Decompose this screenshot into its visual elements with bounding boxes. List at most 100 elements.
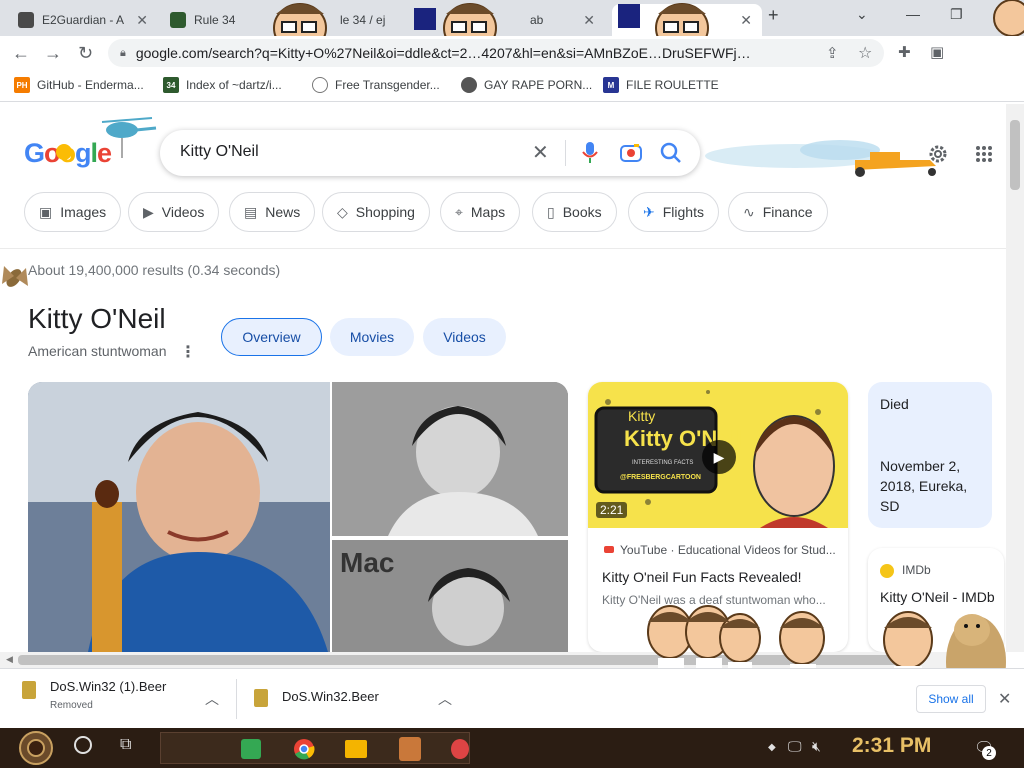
bookmarks-bar: PH GitHub - Enderma... 34 Index of ~dart… [0, 70, 1024, 102]
reload-icon[interactable]: ↻ [78, 43, 93, 64]
search-icon[interactable] [660, 142, 682, 164]
bookmark-file-roulette[interactable]: M FILE ROULETTE [603, 77, 719, 93]
app-icon[interactable] [451, 739, 469, 759]
thumbnail-subtitle: Kitty [628, 408, 656, 424]
died-value: November 2, 2018, Eureka, SD [880, 458, 968, 514]
chip-label: Books [562, 204, 602, 220]
chip-images[interactable]: ▣ Images [24, 192, 122, 232]
youtube-icon [604, 546, 614, 553]
vertical-scroll-thumb[interactable] [1010, 120, 1020, 190]
plane-icon: ✈ [643, 203, 655, 220]
tab-ab[interactable]: ab ✕ [520, 4, 605, 36]
clock[interactable]: 2:31 PM [852, 734, 931, 758]
clear-search-icon[interactable]: ✕ [532, 140, 549, 165]
file-explorer-icon[interactable] [345, 740, 367, 758]
taskbar-apps-panel [160, 732, 470, 764]
chip-news[interactable]: ▤ News [229, 192, 316, 232]
video-thumbnail[interactable]: Kitty Kitty O'Neil INTERESTING FACTS @FR… [588, 382, 848, 528]
back-arrow-icon[interactable]: ← [12, 43, 30, 64]
download-filename: DoS.Win32.Beer [282, 689, 379, 704]
results-stats: About 19,400,000 results (0.34 seconds) [28, 262, 281, 278]
chevron-down-icon[interactable]: ⌄ [856, 6, 868, 23]
chip-label: Images [60, 204, 107, 220]
notification-count-badge: 2 [982, 746, 996, 760]
mft-favicon-icon: M [603, 77, 619, 93]
apps-grid-icon[interactable] [976, 146, 992, 162]
scroll-left-arrow-icon[interactable]: ◀ [6, 654, 13, 665]
share-icon[interactable]: ⇪ [826, 44, 839, 62]
chip-maps[interactable]: ⌖ Maps [440, 192, 521, 232]
search-box[interactable]: Kitty O'Neil ✕ [160, 130, 700, 176]
died-card[interactable]: Died November 2, 2018, Eureka, SD [868, 382, 992, 528]
restore-icon[interactable]: ❐ [950, 6, 963, 23]
volume-muted-icon[interactable]: 🔇︎ [812, 738, 821, 755]
chip-flights[interactable]: ✈ Flights [628, 192, 719, 232]
close-tab-icon[interactable]: ✕ [583, 12, 595, 29]
chip-videos[interactable]: ▶ Videos [128, 192, 220, 232]
forward-arrow-icon[interactable]: → [44, 43, 62, 64]
network-icon[interactable]: 🖵︎ [788, 738, 802, 755]
chip-books[interactable]: ▯ Books [532, 192, 617, 232]
extensions-puzzle-icon[interactable]: ✚ [898, 43, 911, 61]
bookmark-free-transgender[interactable]: Free Transgender... [312, 77, 440, 93]
camera-lens-icon[interactable] [620, 143, 642, 163]
bookmark-label: FILE ROULETTE [626, 78, 719, 92]
url-text: google.com/search?q=Kitty+O%27Neil&oi=dd… [135, 45, 751, 61]
tab-title: ab [530, 13, 544, 27]
address-bar[interactable]: 🔒︎ google.com/search?q=Kitty+O%27Neil&oi… [108, 39, 884, 67]
close-downloads-icon[interactable]: ✕ [998, 689, 1011, 709]
tab-overview[interactable]: Overview [221, 318, 322, 356]
lock-icon: 🔒︎ [120, 46, 126, 59]
search-input[interactable]: Kitty O'Neil [180, 143, 259, 161]
download-status: Removed [50, 700, 93, 711]
horizontal-scrollbar[interactable]: ◀ [0, 652, 1006, 668]
search-circle-icon[interactable] [74, 736, 92, 754]
start-button-icon[interactable] [12, 730, 62, 766]
minimize-icon[interactable]: — [906, 6, 920, 22]
chip-shopping[interactable]: ◇ Shopping [322, 192, 430, 232]
show-all-button[interactable]: Show all [916, 685, 986, 713]
tab-e2guardian[interactable]: E2Guardian - A ✕ [8, 4, 158, 36]
tab-videos[interactable]: Videos [423, 318, 506, 356]
svg-text:Mac: Mac [340, 547, 394, 578]
download-filename: DoS.Win32 (1).Beer [50, 679, 167, 694]
chrome-icon[interactable] [293, 738, 315, 760]
bookmark-star-icon[interactable]: ☆ [858, 43, 872, 63]
chip-finance[interactable]: ∿ Finance [728, 192, 828, 232]
app-icon[interactable] [399, 737, 421, 761]
tab-movies[interactable]: Movies [330, 318, 414, 356]
download-item-2[interactable]: DoS.Win32.Beer [254, 689, 379, 707]
notes-app-icon[interactable] [241, 739, 261, 759]
tray-overflow-icon[interactable]: ◆ [768, 742, 776, 753]
bookmark-label: Index of ~dartz/i... [186, 78, 282, 92]
thumbnail-handle: @FRESBERGCARTOON [620, 474, 701, 481]
new-tab-icon[interactable]: + [768, 5, 779, 26]
bookmark-index-dartz[interactable]: 34 Index of ~dartz/i... [163, 77, 282, 93]
video-duration: 2:21 [596, 502, 628, 518]
vertical-scrollbar[interactable] [1006, 104, 1024, 652]
bookmark-github[interactable]: PH GitHub - Enderma... [14, 77, 144, 93]
died-label: Died [880, 396, 909, 412]
book-icon: ▯ [547, 203, 555, 220]
bookmark-label: Free Transgender... [335, 78, 440, 92]
chevron-up-icon[interactable]: ︿ [438, 689, 452, 709]
chip-label: Flights [662, 204, 704, 220]
play-icon: ▶ [143, 203, 154, 220]
news-icon: ▤ [244, 203, 258, 220]
side-panel-icon[interactable]: ▣ [930, 43, 944, 61]
more-options-icon[interactable]: ⋮ [180, 342, 196, 362]
chevron-up-icon[interactable]: ︿ [205, 689, 219, 709]
helicopter-doodle-icon [56, 117, 157, 160]
microphone-icon[interactable] [582, 142, 598, 164]
video-title[interactable]: Kitty O'neil Fun Facts Revealed! [602, 569, 802, 585]
close-tab-icon[interactable]: ✕ [136, 12, 148, 29]
download-item-1[interactable]: DoS.Win32 (1).Beer Removed [22, 679, 166, 711]
image-icon: ▣ [39, 203, 53, 220]
gear-icon[interactable] [926, 142, 950, 166]
bookmark-label: GitHub - Enderma... [37, 78, 144, 92]
task-view-icon[interactable]: ⧉ [120, 736, 131, 754]
rule34-favicon-icon [170, 12, 186, 28]
play-button-icon[interactable]: ▶ [702, 440, 736, 474]
bookmark-gay[interactable]: GAY RAPE PORN... [461, 77, 592, 93]
close-tab-icon[interactable]: ✕ [740, 12, 752, 29]
